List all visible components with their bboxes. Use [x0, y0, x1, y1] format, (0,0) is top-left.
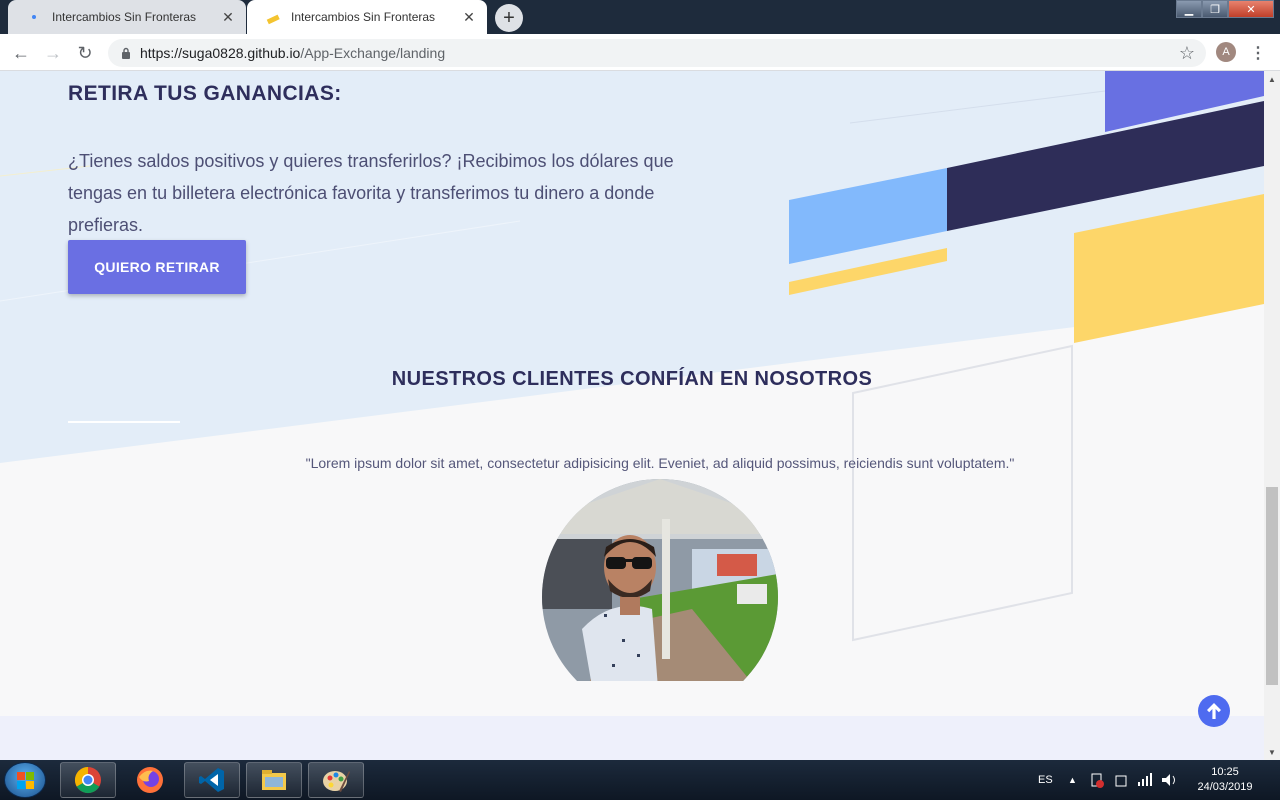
- taskbar-vscode[interactable]: [184, 762, 240, 798]
- withdraw-heading: RETIRA TUS GANANCIAS:: [68, 82, 342, 105]
- firefox-icon: [137, 767, 163, 793]
- vscode-icon: [199, 768, 224, 792]
- show-hidden-icons-icon[interactable]: ▲: [1068, 760, 1077, 800]
- language-indicator[interactable]: ES: [1038, 760, 1053, 800]
- chrome-icon: [74, 766, 101, 794]
- windows-taskbar: ES ▲ 10:25 24/03/2019: [0, 760, 1280, 800]
- testimonials-heading: NUESTROS CLIENTES CONFÍAN EN NOSOTROS: [391, 368, 873, 390]
- scroll-down-arrow-icon[interactable]: ▼: [1264, 744, 1280, 760]
- page-scrollbar[interactable]: ▲ ▼: [1264, 71, 1280, 760]
- browser-menu-icon[interactable]: ⋮: [1250, 40, 1266, 66]
- taskbar-firefox[interactable]: [122, 762, 178, 798]
- tab-title: Intercambios Sin Fronteras: [52, 10, 197, 24]
- tray-icons: [1090, 760, 1180, 800]
- url-host: https://suga0828.github.io: [140, 45, 301, 61]
- withdraw-description: ¿Tienes saldos positivos y quieres trans…: [68, 151, 674, 235]
- taskbar-file-explorer[interactable]: [246, 762, 302, 798]
- profile-avatar[interactable]: A: [1216, 42, 1236, 62]
- person-photo-icon: [542, 479, 778, 715]
- tab-title: Intercambios Sin Fronteras: [291, 10, 436, 24]
- url-path: /App-Exchange/landing: [300, 45, 446, 61]
- browser-titlebar: Intercambios Sin Fronteras ✕ Intercambio…: [0, 0, 1280, 34]
- scroll-up-arrow-icon[interactable]: ▲: [1264, 71, 1280, 87]
- browser-toolbar: ← → ↻ https://suga0828.github.io/App-Exc…: [0, 34, 1280, 71]
- clock-date: 24/03/2019: [1197, 781, 1253, 793]
- lock-icon: [120, 46, 132, 60]
- withdraw-button[interactable]: QUIERO RETIRAR: [68, 240, 246, 294]
- back-arrow-icon[interactable]: ←: [8, 40, 34, 66]
- page-viewport: RETIRA TUS GANANCIAS: ¿Tienes saldos pos…: [0, 71, 1264, 760]
- tab-active[interactable]: Intercambios Sin Fronteras ✕: [247, 0, 487, 34]
- close-tab-icon[interactable]: ✕: [459, 7, 479, 27]
- file-explorer-icon: [262, 770, 286, 790]
- clock-time: 10:25: [1211, 766, 1239, 778]
- close-tab-icon[interactable]: ✕: [218, 7, 238, 27]
- scrollbar-thumb[interactable]: [1266, 487, 1278, 685]
- windows-logo-icon: [17, 772, 34, 789]
- tab-inactive[interactable]: Intercambios Sin Fronteras ✕: [8, 0, 246, 34]
- arrow-up-icon: [1207, 703, 1221, 719]
- window-controls: ▁ ❐ ✕: [1176, 0, 1274, 18]
- close-window-icon[interactable]: ✕: [1228, 0, 1274, 18]
- taskbar-chrome[interactable]: [60, 762, 116, 798]
- new-tab-button[interactable]: +: [495, 4, 523, 32]
- photo-crop-mask: [520, 681, 820, 721]
- bookmark-star-icon[interactable]: ☆: [1176, 40, 1198, 66]
- reload-icon[interactable]: ↻: [72, 40, 98, 66]
- start-button[interactable]: [4, 762, 46, 798]
- taskbar-paint[interactable]: [308, 762, 364, 798]
- system-tray-icon: [1091, 773, 1175, 788]
- minimize-icon[interactable]: ▁: [1176, 0, 1202, 18]
- site-favicon-icon: [265, 9, 281, 25]
- next-section-band: [0, 716, 1264, 760]
- page-content: RETIRA TUS GANANCIAS: ¿Tienes saldos pos…: [0, 71, 1264, 760]
- taskbar-clock[interactable]: 10:25 24/03/2019: [1190, 765, 1260, 795]
- paint-icon: [323, 771, 350, 792]
- testimonial-quote: "Lorem ipsum dolor sit amet, consectetur…: [305, 455, 1015, 471]
- testimonial-avatar-photo: [542, 479, 778, 715]
- maximize-icon[interactable]: ❐: [1202, 0, 1228, 18]
- address-bar[interactable]: https://suga0828.github.io/App-Exchange/…: [108, 39, 1206, 67]
- scroll-to-top-button[interactable]: [1198, 695, 1230, 727]
- forward-arrow-icon[interactable]: →: [40, 40, 66, 66]
- site-favicon-icon: [26, 9, 42, 25]
